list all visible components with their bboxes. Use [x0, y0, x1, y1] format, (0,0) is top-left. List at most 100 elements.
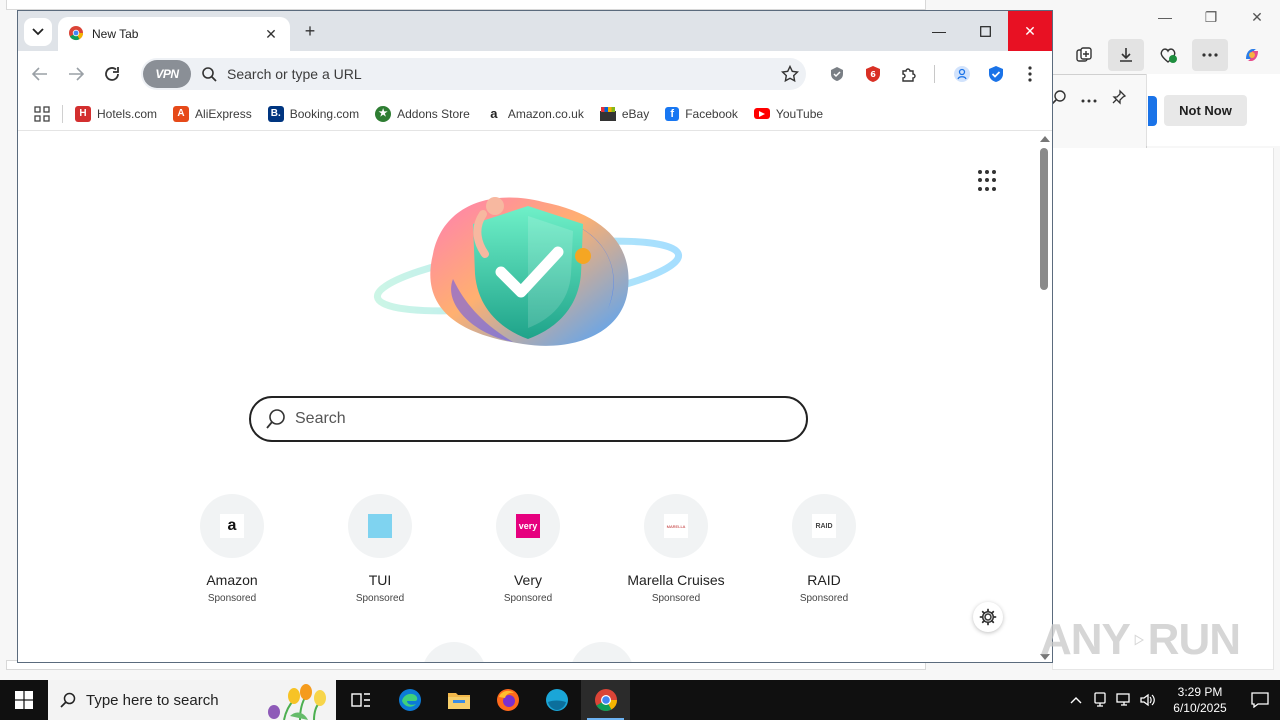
browser-window: New Tab ✕ + — ✕ VPN Search or type a URL — [17, 10, 1053, 663]
windows-taskbar: Type here to search 3:29 PM 6/10/2025 — [0, 680, 1280, 720]
security-shield-illustration — [373, 197, 683, 346]
copilot-icon[interactable] — [1234, 39, 1270, 71]
youtube-icon — [753, 108, 770, 119]
not-now-button[interactable]: Not Now — [1164, 95, 1247, 126]
file-explorer-icon[interactable] — [434, 680, 483, 720]
tile-partial[interactable] — [422, 642, 486, 662]
edge-primary-button-edge[interactable] — [1148, 96, 1157, 126]
vpn-badge[interactable]: VPN — [143, 60, 191, 88]
tab-new-tab[interactable]: New Tab ✕ — [58, 17, 290, 51]
profile-icon[interactable] — [946, 58, 978, 90]
windows-logo-icon — [15, 691, 33, 709]
bookmark-facebook[interactable]: f Facebook — [657, 101, 746, 127]
chrome-taskbar-icon[interactable] — [581, 680, 630, 720]
tile-tui[interactable]: tui TUI Sponsored — [310, 494, 450, 604]
pin-icon[interactable] — [1111, 89, 1127, 108]
tile-marella-cruises[interactable]: MARELLA Marella Cruises Sponsored — [606, 494, 746, 604]
edge-taskbar-icon[interactable] — [385, 680, 434, 720]
tile-amazon[interactable]: a Amazon Sponsored — [162, 494, 302, 604]
edge-minimize-button[interactable]: — — [1142, 0, 1188, 34]
extensions-puzzle-icon[interactable] — [893, 58, 925, 90]
bookmark-label: Amazon.co.uk — [507, 106, 584, 121]
bookmark-label: Hotels.com — [97, 106, 158, 121]
forward-icon[interactable] — [58, 56, 94, 92]
browser-toolbar: VPN Search or type a URL 6 — [18, 51, 1052, 97]
close-button[interactable]: ✕ — [1008, 11, 1052, 51]
scroll-up-arrow-icon[interactable] — [1040, 136, 1050, 142]
bookmark-booking[interactable]: B. Booking.com — [260, 101, 367, 127]
tile-sponsored-label: Sponsored — [651, 593, 701, 604]
adblock-extension-icon[interactable]: 6 — [857, 58, 889, 90]
aliexpress-icon: A — [173, 105, 190, 122]
bookmark-addons-store[interactable]: ★ Addons Store — [367, 101, 478, 127]
newtab-search-placeholder: Search — [295, 410, 346, 427]
tile-raid[interactable]: RAID RAID Sponsored — [754, 494, 894, 604]
volume-icon[interactable] — [1136, 680, 1160, 720]
downloads-icon[interactable] — [1108, 39, 1144, 71]
maximize-button[interactable] — [962, 11, 1008, 51]
apps-grid-icon[interactable] — [978, 170, 1000, 192]
hotels-icon: H — [75, 105, 91, 122]
firefox-icon[interactable] — [483, 680, 532, 720]
bookmark-amazon[interactable]: a Amazon.co.uk — [478, 101, 592, 127]
new-tab-page: Search a Amazon Sponsored tui TUI Sponso… — [18, 132, 1038, 662]
watermark-text-right: RUN — [1147, 615, 1241, 664]
bookmark-hotels[interactable]: H Hotels.com — [67, 101, 165, 127]
collections-icon[interactable] — [1066, 39, 1102, 71]
background-window-edge — [6, 0, 926, 10]
popup-more-icon[interactable] — [1081, 92, 1097, 106]
taskbar-search-box[interactable]: Type here to search — [48, 680, 336, 720]
notifications-icon[interactable] — [1240, 680, 1280, 720]
system-tray: 3:29 PM 6/10/2025 — [1064, 680, 1280, 720]
tab-close-icon[interactable]: ✕ — [262, 25, 280, 43]
customize-settings-icon[interactable] — [973, 602, 1003, 632]
new-tab-button[interactable]: + — [300, 21, 320, 41]
tab-title: New Tab — [92, 27, 139, 41]
tile-sponsored-label: Sponsored — [355, 593, 405, 604]
bookmark-label: AliExpress — [195, 106, 252, 121]
bookmark-ebay[interactable]: eBay — [592, 101, 657, 127]
taskbar-search-icon — [60, 692, 76, 708]
device-icon[interactable] — [1088, 680, 1112, 720]
tile-sponsored-label: Sponsored — [799, 593, 849, 604]
scroll-thumb[interactable] — [1040, 148, 1048, 290]
address-bar[interactable]: VPN Search or type a URL — [141, 58, 806, 90]
bookmark-aliexpress[interactable]: A AliExpress — [165, 101, 260, 127]
tile-very[interactable]: very Very Sponsored — [458, 494, 598, 604]
browser-menu-icon[interactable] — [1014, 58, 1046, 90]
popup-search-icon[interactable] — [1051, 89, 1067, 108]
tile-sponsored-label: Sponsored — [503, 593, 553, 604]
apps-shortcut-icon[interactable] — [18, 101, 58, 127]
tile-partial[interactable] — [570, 642, 634, 662]
minimize-button[interactable]: — — [916, 11, 962, 51]
bookmark-label: Addons Store — [397, 106, 470, 121]
omnibox-search-icon — [195, 60, 223, 88]
tile-icon-circle: RAID — [792, 494, 856, 558]
bookmark-star-icon[interactable] — [774, 60, 806, 88]
omnibox-placeholder[interactable]: Search or type a URL — [227, 66, 774, 82]
edge-close-button[interactable]: ✕ — [1234, 0, 1280, 34]
show-hidden-icons-icon[interactable] — [1064, 680, 1088, 720]
tile-icon-circle: very — [496, 494, 560, 558]
taskbar-clock[interactable]: 3:29 PM 6/10/2025 — [1160, 684, 1240, 716]
bookmark-youtube[interactable]: YouTube — [746, 101, 831, 127]
network-icon[interactable] — [1112, 680, 1136, 720]
blue-globe-app-icon[interactable] — [532, 680, 581, 720]
start-button[interactable] — [0, 680, 48, 720]
watermark-text-left: ANY — [1040, 615, 1131, 664]
taskbar-search-placeholder: Type here to search — [86, 691, 219, 709]
page-scrollbar[interactable] — [1036, 132, 1052, 662]
more-options-icon[interactable] — [1192, 39, 1228, 71]
reload-icon[interactable] — [94, 56, 130, 92]
browser-essentials-icon[interactable] — [1150, 39, 1186, 71]
tab-search-button[interactable] — [24, 18, 52, 46]
edge-restore-button[interactable]: ❐ — [1188, 0, 1234, 34]
task-view-icon[interactable] — [336, 680, 385, 720]
newtab-search-input[interactable]: Search — [249, 396, 808, 442]
clock-time: 3:29 PM — [1177, 685, 1223, 699]
security-shield-icon[interactable] — [980, 58, 1012, 90]
amazon-logo-icon: a — [220, 514, 244, 538]
back-icon[interactable] — [22, 56, 58, 92]
extension-shield-icon[interactable] — [821, 58, 853, 90]
sponsored-tiles: a Amazon Sponsored tui TUI Sponsored ver… — [18, 494, 1038, 614]
